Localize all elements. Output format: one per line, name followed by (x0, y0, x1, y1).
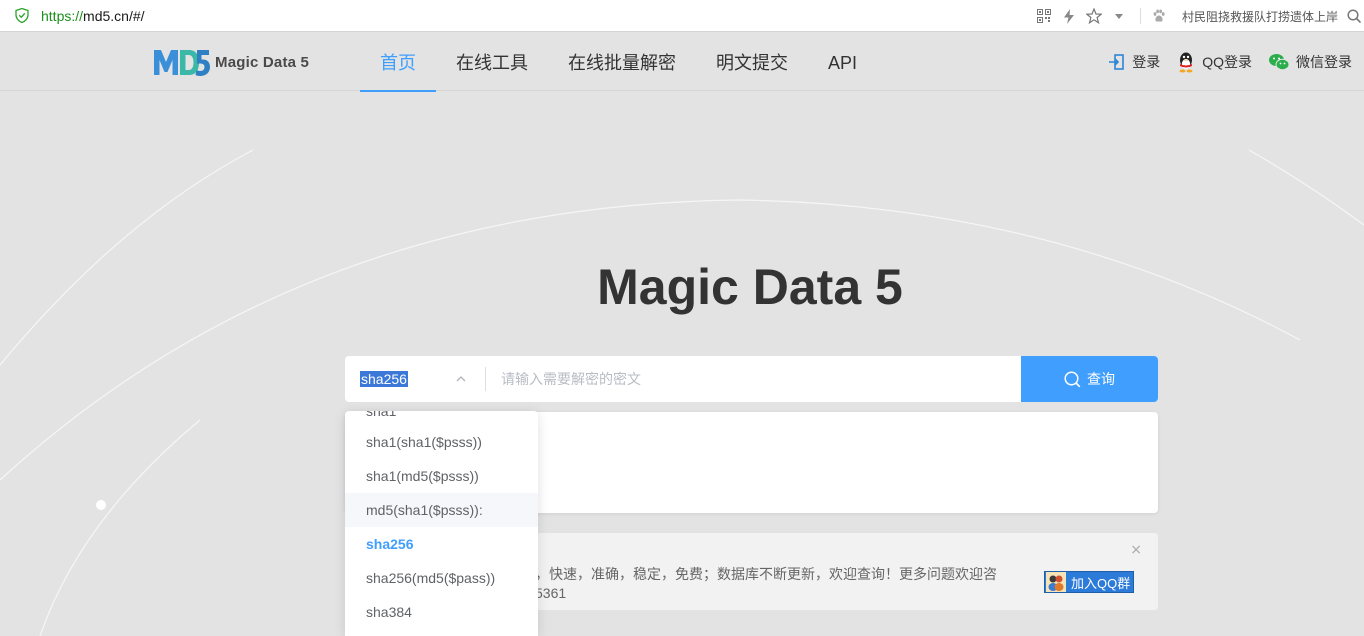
news-headline[interactable]: 村民阻挠救援队打捞遗体上岸 (1182, 8, 1338, 25)
dropdown-item-sha1-md5[interactable]: sha1(md5($psss)) (345, 459, 538, 493)
nav-submit-plaintext[interactable]: 明文提交 (696, 32, 808, 92)
dropdown-item-md5-sha1[interactable]: md5(sha1($psss)): (345, 493, 538, 527)
login-label: 登录 (1132, 54, 1161, 70)
site-logo[interactable]: Magic Data 5 (153, 48, 309, 77)
chevron-up-icon (456, 376, 466, 382)
search-icon (1064, 370, 1081, 387)
close-icon[interactable]: × (1130, 542, 1142, 558)
url-scheme: https:// (41, 7, 84, 24)
dropdown-item-sha256-md5[interactable]: sha256(md5($pass)) (345, 561, 538, 595)
notice-text: ，快速，准确，稳定，免费；数据库不断更新，欢迎查询！更多问题欢迎咨 5361 (535, 565, 1015, 603)
query-button-label: 查询 (1087, 371, 1115, 387)
lightning-icon[interactable] (1061, 8, 1077, 24)
login-button[interactable]: 登录 (1108, 52, 1160, 72)
join-qq-group-button[interactable]: 加入QQ群 (1044, 571, 1134, 593)
notice-line-2: 5361 (535, 585, 567, 601)
wechat-login-button[interactable]: 微信登录 (1268, 52, 1352, 72)
nav-online-tools[interactable]: 在线工具 (436, 32, 548, 92)
notice-line-1: ，快速，准确，稳定，免费；数据库不断更新，欢迎查询！更多问题欢迎咨 (535, 566, 997, 582)
secure-shield-icon (15, 8, 29, 23)
hero-title: Magic Data 5 (597, 259, 903, 315)
dropdown-item-sha256[interactable]: sha256 (345, 527, 538, 561)
wechat-login-label: 微信登录 (1296, 54, 1352, 70)
bookmark-star-icon[interactable] (1085, 8, 1102, 24)
join-qq-group-label: 加入QQ群 (1071, 575, 1131, 591)
url-path: md5.cn/#/ (83, 7, 145, 24)
login-icon (1109, 54, 1125, 70)
hash-type-select[interactable]: sha256 (345, 356, 485, 402)
browser-address-bar: https://md5.cn/#/ 村民阻挠救援队打捞遗体上岸 (0, 0, 1364, 32)
toolbar-separator (1139, 8, 1141, 24)
url-field[interactable]: https://md5.cn/#/ (41, 8, 145, 24)
nav-api[interactable]: API (808, 32, 877, 92)
cipher-input[interactable] (486, 356, 1021, 402)
hash-type-value: sha256 (360, 371, 408, 387)
main-nav: 首页 在线工具 在线批量解密 明文提交 API (360, 32, 877, 92)
dropdown-item-sha384[interactable]: sha384 (345, 595, 538, 629)
wechat-icon (1269, 54, 1290, 71)
md5-logo-mark (154, 50, 210, 76)
qq-login-button[interactable]: QQ登录 (1176, 51, 1252, 73)
site-header: Magic Data 5 首页 在线工具 在线批量解密 明文提交 API 登录 … (0, 32, 1364, 92)
qq-penguin-icon (1179, 52, 1193, 73)
qr-code-icon[interactable] (1036, 8, 1052, 24)
logo-text: Magic Data 5 (215, 54, 310, 71)
qq-group-icon (1046, 572, 1066, 592)
nav-batch-decrypt[interactable]: 在线批量解密 (548, 32, 696, 92)
paw-icon (1151, 8, 1167, 24)
qq-login-label: QQ登录 (1202, 54, 1252, 70)
query-button[interactable]: 查询 (1021, 356, 1158, 402)
search-icon[interactable] (1346, 8, 1362, 24)
dropdown-item-sha1-sha1[interactable]: sha1(sha1($psss)) (345, 425, 538, 459)
chevron-down-icon[interactable] (1111, 8, 1127, 24)
nav-home[interactable]: 首页 (360, 32, 436, 92)
hash-type-dropdown: sha1 sha1(sha1($psss)) sha1(md5($psss)) … (345, 411, 538, 636)
search-box: sha256 查询 (345, 356, 1158, 402)
